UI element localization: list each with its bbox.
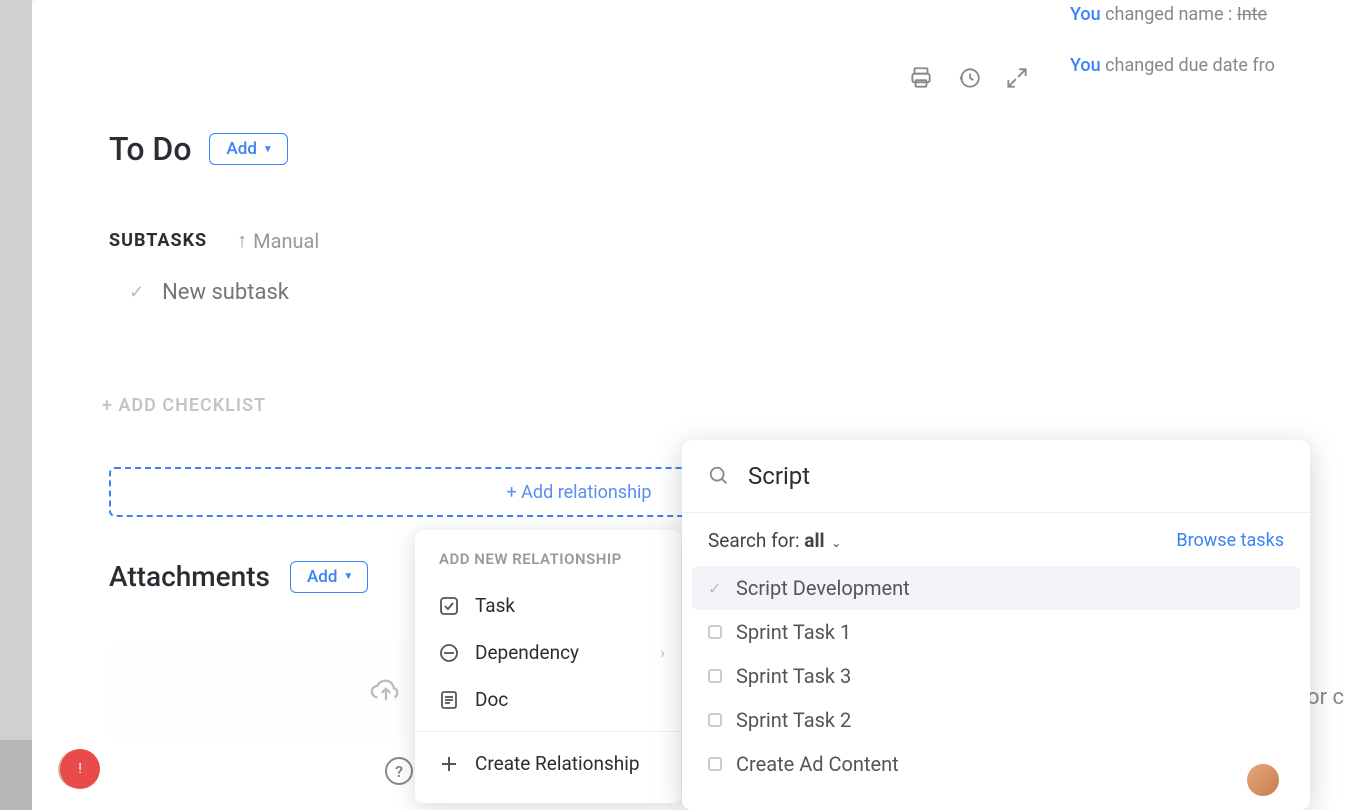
result-label: Create Ad Content (736, 752, 899, 776)
activity-log-entry: You changed due date fro (1070, 55, 1339, 76)
add-attachment-label: Add (307, 567, 337, 587)
doc-icon (439, 690, 459, 710)
status-box-icon (708, 669, 722, 683)
add-attachment-button[interactable]: Add ▼ (290, 561, 368, 593)
search-result-item[interactable]: Create Ad Content (692, 742, 1300, 786)
search-results: ✓ Script Development Sprint Task 1 Sprin… (682, 562, 1310, 790)
log-strike-value: Inte (1237, 4, 1267, 25)
relationship-option-doc[interactable]: Doc (415, 676, 681, 723)
sort-label: Manual (253, 229, 319, 253)
help-icon[interactable]: ? (385, 757, 413, 785)
section-title: To Do (109, 130, 191, 168)
result-label: Sprint Task 1 (736, 620, 851, 644)
task-search-popup: Search for: all ⌄ Browse tasks ✓ Script … (682, 440, 1310, 810)
new-subtask-input[interactable] (162, 280, 562, 305)
attachments-header: Attachments Add ▼ (109, 560, 368, 593)
add-relationship-label: + Add relationship (507, 482, 652, 503)
log-user: You (1070, 55, 1101, 76)
relationship-menu-header: ADD NEW RELATIONSHIP (415, 550, 681, 582)
relationship-option-create[interactable]: Create Relationship (415, 740, 681, 787)
print-icon[interactable] (908, 65, 934, 91)
chevron-right-icon: › (660, 643, 665, 662)
result-label: Script Development (736, 576, 910, 600)
history-icon[interactable] (956, 65, 982, 91)
menu-divider (415, 731, 681, 732)
browse-tasks-link[interactable]: Browse tasks (1176, 530, 1284, 551)
task-icon (439, 596, 459, 616)
sort-toggle[interactable]: ↑ Manual (237, 228, 319, 253)
search-result-item[interactable]: Sprint Task 3 (692, 654, 1300, 698)
dependency-icon (439, 643, 459, 663)
cloud-upload-icon (369, 676, 403, 704)
result-label: Sprint Task 3 (736, 664, 851, 688)
add-label: Add (226, 139, 256, 159)
relationship-menu: ADD NEW RELATIONSHIP Task Dependency › D… (415, 530, 681, 803)
check-icon: ✓ (129, 282, 144, 303)
new-subtask-row: ✓ (109, 280, 562, 305)
section-header: To Do Add ▼ (109, 130, 288, 168)
relationship-option-dependency[interactable]: Dependency › (415, 629, 681, 676)
activity-log-entry: You changed name : Inte (1070, 4, 1339, 25)
commenter-avatar[interactable] (1245, 762, 1281, 798)
relationship-option-task[interactable]: Task (415, 582, 681, 629)
search-filter-row: Search for: all ⌄ Browse tasks (682, 513, 1310, 562)
caret-down-icon: ▼ (263, 144, 273, 155)
search-input[interactable] (748, 462, 1284, 490)
status-box-icon (708, 757, 722, 771)
subtasks-label: SUBTASKS (109, 230, 207, 251)
search-for-value: all (804, 529, 824, 552)
search-result-item[interactable]: Sprint Task 2 (692, 698, 1300, 742)
add-checklist-button[interactable]: + ADD CHECKLIST (102, 395, 266, 416)
plus-icon (439, 754, 459, 774)
option-label: Dependency (475, 641, 579, 664)
search-result-item[interactable]: ✓ Script Development (692, 566, 1300, 610)
check-icon: ✓ (708, 579, 722, 598)
user-avatar-group[interactable]: ! (56, 748, 100, 790)
option-label: Task (475, 594, 515, 617)
subtasks-header: SUBTASKS ↑ Manual (109, 228, 319, 253)
search-for-label: Search for: (708, 529, 804, 552)
expand-icon[interactable] (1004, 65, 1030, 91)
chevron-down-icon: ⌄ (831, 536, 841, 550)
left-sidebar-dim (0, 0, 32, 810)
result-label: Sprint Task 2 (736, 708, 851, 732)
search-icon (708, 465, 730, 487)
caret-down-icon: ▼ (343, 571, 353, 582)
search-for-selector[interactable]: Search for: all ⌄ (708, 529, 841, 552)
notification-badge: ! (60, 749, 100, 789)
toolbar-icons (908, 65, 1030, 91)
add-button[interactable]: Add ▼ (209, 133, 287, 165)
status-box-icon (708, 713, 722, 727)
search-result-item[interactable]: Sprint Task 1 (692, 610, 1300, 654)
option-label: Doc (475, 688, 508, 711)
attachments-title: Attachments (109, 560, 270, 593)
status-box-icon (708, 625, 722, 639)
option-label: Create Relationship (475, 752, 640, 775)
arrow-up-icon: ↑ (237, 228, 247, 253)
log-user: You (1070, 4, 1101, 25)
log-text: changed due date fro (1101, 55, 1275, 76)
log-text: changed name : (1101, 4, 1237, 25)
search-header (682, 440, 1310, 513)
